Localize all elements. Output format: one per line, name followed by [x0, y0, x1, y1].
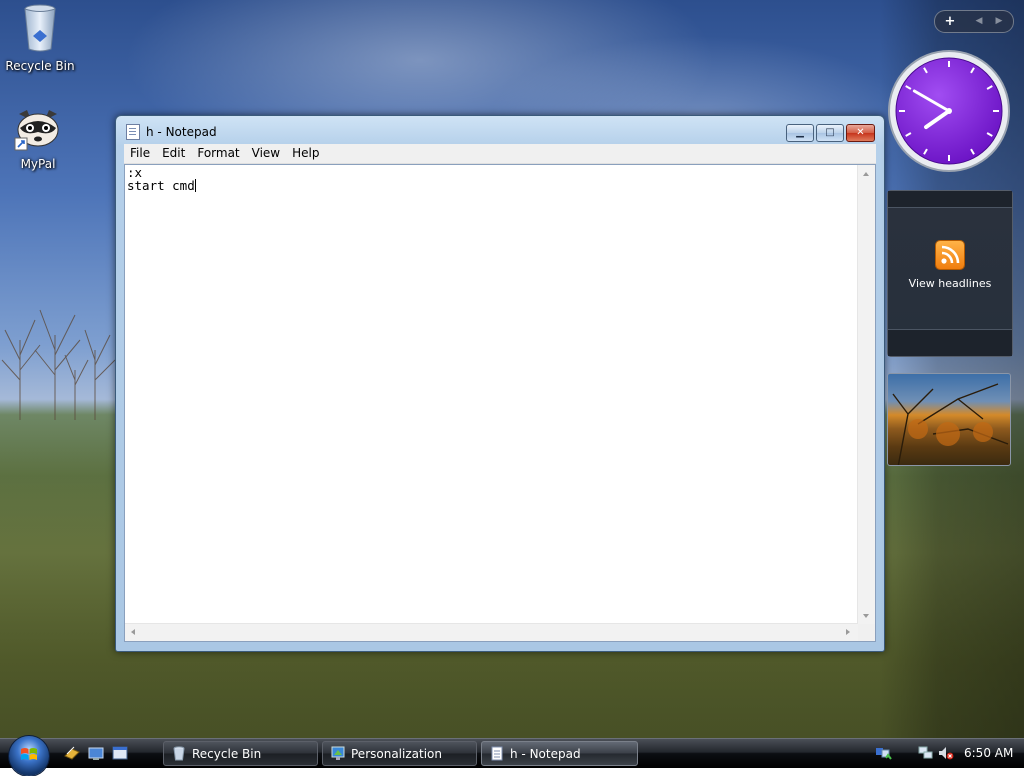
scroll-up-icon[interactable]: [863, 172, 869, 176]
desktop-icon-label: Recycle Bin: [5, 59, 75, 73]
recycle-bin-icon: [173, 746, 185, 761]
windows-logo-icon: [21, 748, 37, 760]
window-titlebar[interactable]: h - Notepad ▁ □ ✕: [116, 116, 884, 146]
slideshow-photo: [892, 383, 1009, 465]
maximize-icon: □: [825, 127, 835, 138]
taskbar-button-label: h - Notepad: [510, 747, 581, 761]
window-icon[interactable]: [112, 746, 128, 761]
previous-page-button[interactable]: ◀: [971, 11, 987, 32]
show-desktop-icon[interactable]: [88, 746, 104, 761]
taskbar-button-label: Personalization: [351, 747, 442, 761]
menu-bar: File Edit Format View Help: [124, 144, 876, 164]
notepad-window[interactable]: h - Notepad ▁ □ ✕ File Edit Format View Help…: [115, 115, 885, 652]
gadget-band-top: [888, 191, 1012, 208]
notepad-icon: [126, 124, 140, 140]
desktop-icon-label: MyPal: [20, 157, 56, 171]
sidebar-controls: + ◀ ▶: [934, 10, 1014, 33]
taskbar-button-recycle-bin[interactable]: Recycle Bin: [163, 741, 318, 766]
scroll-left-icon[interactable]: [131, 629, 135, 635]
add-gadget-button[interactable]: +: [941, 11, 959, 32]
recycle-bin-icon: [24, 4, 56, 52]
menu-view[interactable]: View: [246, 144, 286, 163]
desktop-icon-mypal[interactable]: MyPal: [0, 108, 76, 171]
menu-file[interactable]: File: [124, 144, 156, 163]
gadget-band-bottom: [888, 329, 1012, 356]
size-grip[interactable]: [858, 624, 875, 641]
taskbar-button-label: Recycle Bin: [192, 747, 262, 761]
volume-muted-icon[interactable]: [938, 746, 954, 760]
system-tray: 6:50 AM: [872, 741, 1022, 766]
notepad-icon: [491, 746, 503, 761]
minimize-icon: ▁: [796, 127, 804, 138]
scroll-down-icon[interactable]: [863, 614, 869, 618]
close-icon: ✕: [856, 127, 865, 138]
minimize-button[interactable]: ▁: [786, 124, 814, 142]
taskbar-button-notepad[interactable]: h - Notepad: [481, 741, 638, 766]
next-page-button[interactable]: ▶: [991, 11, 1007, 32]
mypal-raccoon-icon: [14, 110, 59, 151]
editor-text: :x start cmd: [127, 165, 195, 193]
network-icon[interactable]: [918, 746, 934, 760]
switch-windows-icon[interactable]: [64, 746, 80, 761]
feed-headlines-gadget[interactable]: View headlines: [887, 190, 1013, 357]
menu-edit[interactable]: Edit: [156, 144, 191, 163]
scroll-right-icon[interactable]: [846, 629, 850, 635]
window-title: h - Notepad: [146, 125, 217, 139]
text-caret: [194, 179, 196, 192]
text-editor[interactable]: :x start cmd: [124, 164, 876, 642]
maximize-button[interactable]: □: [816, 124, 844, 142]
taskbar-clock[interactable]: 6:50 AM: [964, 746, 1013, 760]
desktop-icon-recycle-bin[interactable]: Recycle Bin: [2, 2, 78, 73]
menu-help[interactable]: Help: [286, 144, 325, 163]
editor-content[interactable]: :x start cmd: [127, 166, 857, 621]
personalization-icon: [331, 746, 345, 760]
clock-gadget[interactable]: [887, 49, 1011, 173]
taskbar: Recycle Bin Personalization h - Notepad: [0, 736, 1024, 776]
close-button[interactable]: ✕: [846, 124, 875, 142]
menu-format[interactable]: Format: [191, 144, 245, 163]
start-button[interactable]: [9, 736, 49, 776]
taskbar-button-personalization[interactable]: Personalization: [322, 741, 477, 766]
vertical-scrollbar[interactable]: [857, 165, 875, 625]
slideshow-gadget[interactable]: [887, 373, 1011, 466]
rss-icon: [936, 241, 964, 269]
horizontal-scrollbar[interactable]: [125, 623, 858, 641]
view-headlines-label[interactable]: View headlines: [888, 277, 1012, 290]
security-center-icon[interactable]: [876, 746, 892, 760]
